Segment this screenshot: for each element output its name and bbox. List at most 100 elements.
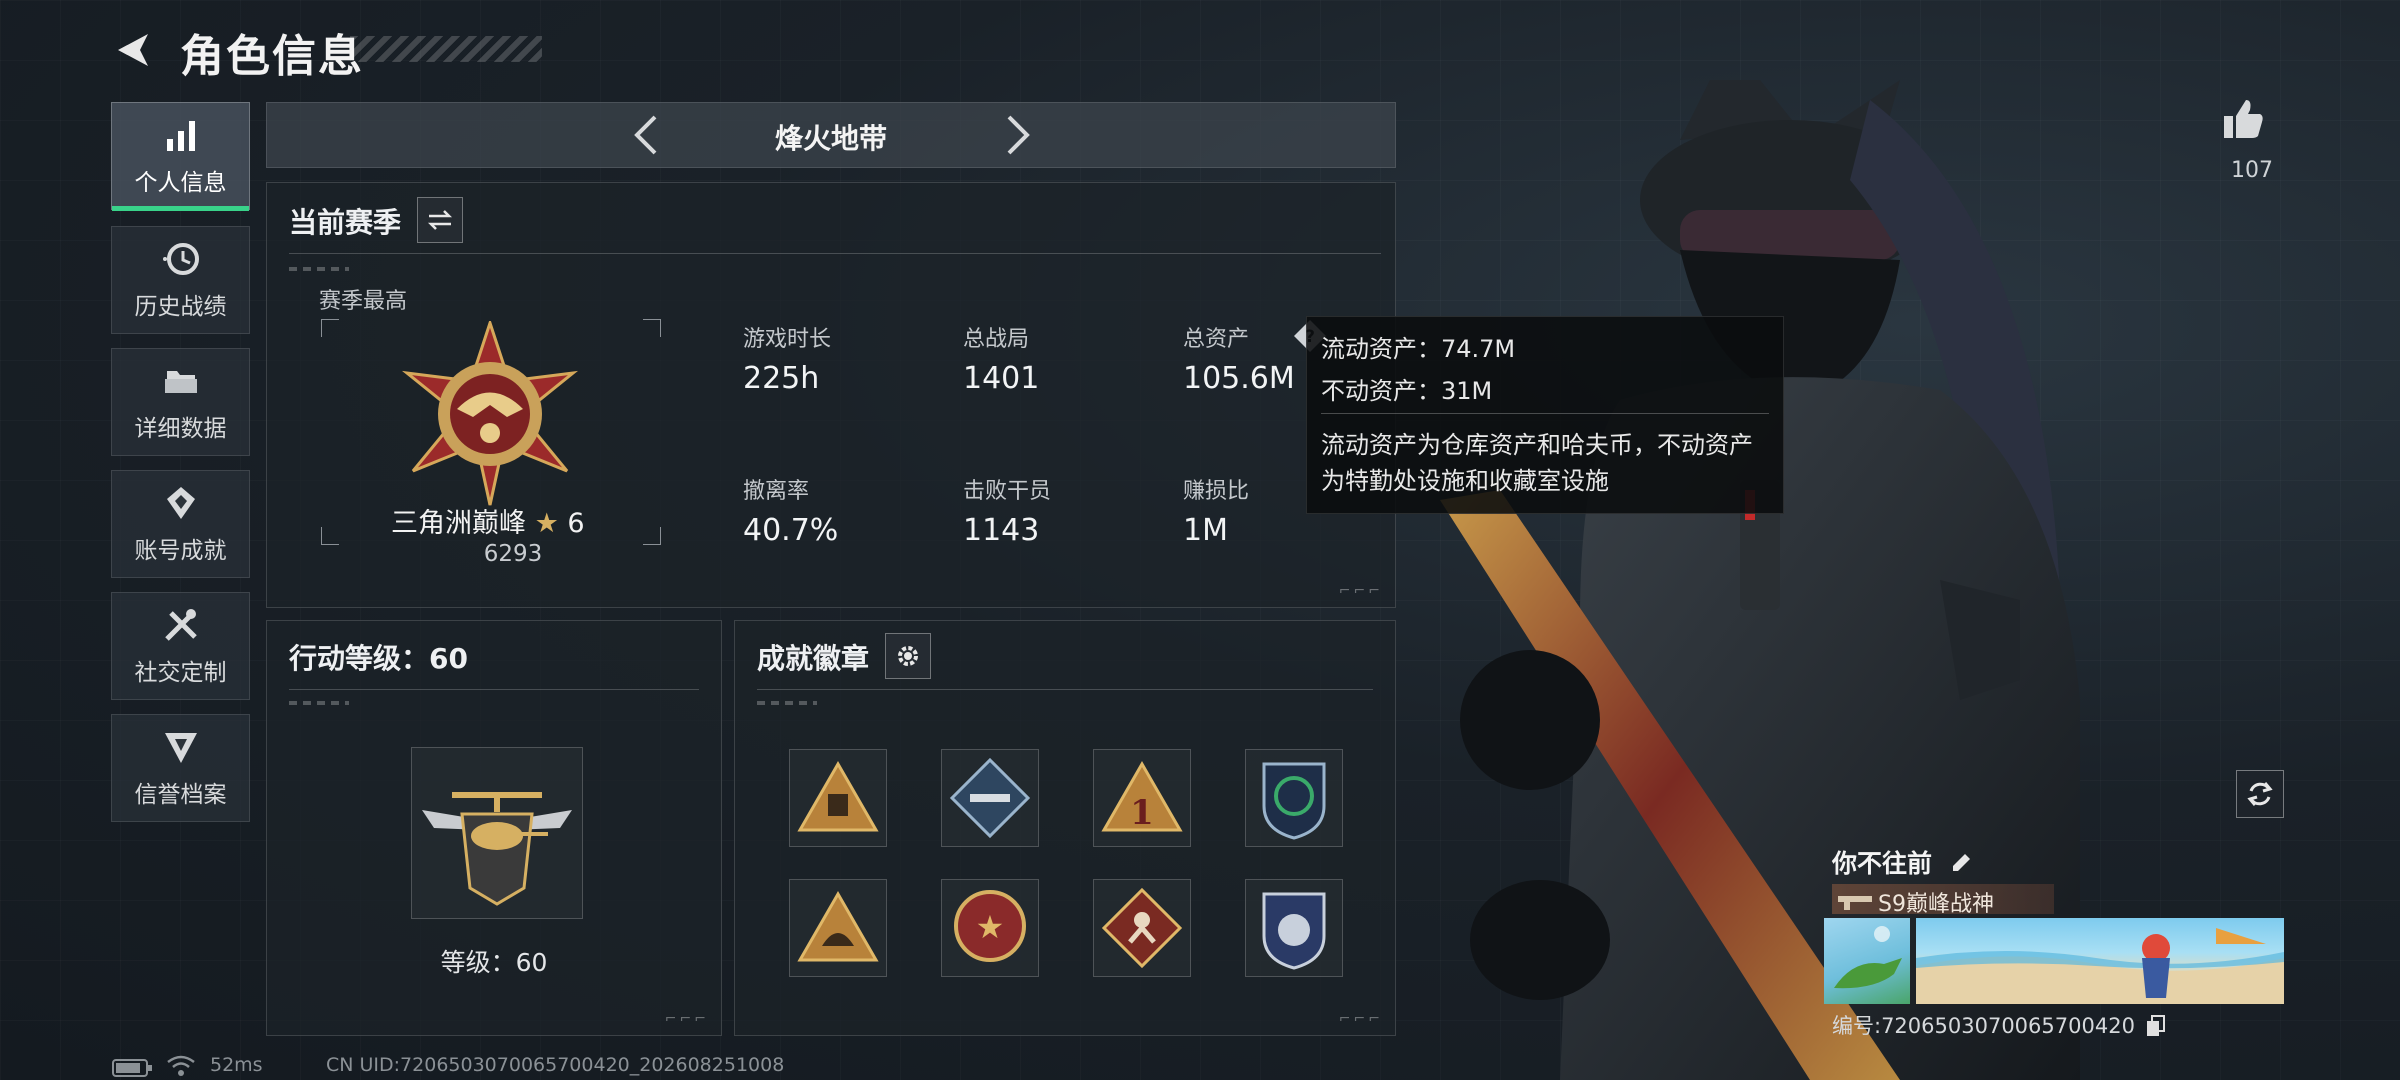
assets-tooltip: 流动资产：74.7M 不动资产：31M 流动资产为仓库资产和哈夫币，不动资产 为…: [1306, 316, 1784, 514]
divider: [289, 253, 1381, 254]
sidebar-item-label: 社交定制: [134, 660, 227, 686]
sidebar-item-detailed-data[interactable]: 详细数据: [111, 348, 250, 456]
achievement-icon: [166, 487, 195, 519]
sidebar-item-label: 账号成就: [134, 538, 227, 564]
assets-description-line: 流动资产为仓库资产和哈夫币，不动资产: [1321, 431, 1753, 459]
divider: [289, 689, 699, 690]
tools-icon: [164, 609, 197, 641]
page-title: 角色信息: [180, 31, 364, 82]
switch-season-button[interactable]: [417, 197, 463, 243]
player-id: 编号:7206503070065700420: [1832, 1014, 2135, 1038]
stats-bars-icon: [166, 121, 195, 151]
sidebar-item-label: 信誉档案: [134, 782, 227, 808]
sidebar-item-social-custom[interactable]: 社交定制: [111, 592, 250, 700]
wifi-icon: [167, 1055, 195, 1076]
stat-label: 撤离率: [743, 479, 810, 504]
swap-arrows-icon: [427, 210, 453, 230]
copy-icon[interactable]: [2146, 1015, 2166, 1037]
divider: [757, 689, 1373, 690]
badge-triangle-helmet-icon[interactable]: [789, 879, 887, 977]
stat-value: 1401: [963, 361, 1040, 396]
player-name-row: 你不往前: [1832, 844, 1973, 880]
badges-title: 成就徽章: [757, 642, 870, 675]
player-title: S9巅峰战神: [1878, 892, 1994, 917]
mode-selector: 烽火地带: [266, 102, 1396, 168]
rank-stars: 6: [567, 508, 585, 539]
gear-icon: [898, 646, 918, 666]
stat-value: 225h: [743, 361, 820, 396]
badge-settings-button[interactable]: [885, 633, 931, 679]
corner-decoration: ⌐⌐⌐: [664, 1011, 709, 1027]
rank-score: 6293: [483, 541, 543, 567]
name-card-banner[interactable]: [1916, 918, 2284, 1004]
level-emblem-frame: [411, 747, 583, 919]
refresh-button[interactable]: [2236, 770, 2284, 818]
title-gun-icon: [1838, 896, 1872, 910]
star-icon: ★: [534, 508, 559, 539]
corner-decoration: ⌐⌐⌐: [1338, 583, 1383, 599]
stat-value: 40.7%: [743, 513, 839, 548]
stat-label: 总战局: [963, 327, 1030, 352]
sidebar-item-label: 详细数据: [134, 416, 227, 442]
svg-text:★: ★: [976, 908, 1005, 946]
level-text: 等级：60: [440, 948, 548, 977]
battery-icon: [112, 1059, 152, 1077]
stat-label: 总资产: [1183, 327, 1250, 352]
player-title-tag: S9巅峰战神: [1832, 884, 2054, 917]
like-count: 107: [2231, 158, 2273, 183]
title-decoration: [350, 36, 542, 62]
avatar-card[interactable]: [1824, 918, 1910, 1004]
badge-round-star-icon[interactable]: ★: [941, 879, 1039, 977]
divider: [1321, 413, 1769, 414]
stat-label: 击败干员: [963, 479, 1052, 504]
reputation-shield-icon: [164, 733, 197, 763]
badge-diamond-rocket-icon[interactable]: [941, 749, 1039, 847]
assets-description-line: 为特勤处设施和收藏室设施: [1321, 467, 1609, 495]
stat-value: 105.6M: [1183, 361, 1295, 396]
mode-title: 烽火地带: [774, 122, 887, 155]
liquid-assets-text: 流动资产：74.7M: [1321, 335, 1516, 363]
fixed-assets-text: 不动资产：31M: [1321, 377, 1493, 405]
action-level-title: 行动等级：60: [289, 642, 468, 675]
edit-pencil-icon[interactable]: [1949, 851, 1973, 875]
season-panel: 当前赛季 赛季最高 三角洲巅峰 ★ 6 6293 游戏时长 225h 总战局 1…: [266, 182, 1396, 608]
player-name: 你不往前: [1832, 849, 1933, 878]
badge-triangle-one-icon[interactable]: 1: [1093, 749, 1191, 847]
stat-label: 游戏时长: [743, 327, 832, 352]
ping-text: 52ms: [210, 1054, 263, 1076]
sidebar-item-reputation[interactable]: 信誉档案: [111, 714, 250, 822]
stat-value: 1143: [963, 513, 1040, 548]
refresh-icon: [2247, 782, 2273, 806]
badge-triangle-bag-icon[interactable]: [789, 749, 887, 847]
corner-decoration: ⌐⌐⌐: [1338, 1011, 1383, 1027]
sidebar-item-history[interactable]: 历史战绩: [111, 226, 250, 334]
rank-name: 三角洲巅峰: [391, 508, 526, 539]
achievement-badges-panel: 成就徽章 1 ★ ⌐⌐⌐: [734, 620, 1396, 1036]
decoration: [289, 701, 349, 705]
decoration: [289, 267, 349, 271]
rank-name-row: 三角洲巅峰 ★ 6: [391, 501, 585, 540]
svg-text:1: 1: [1130, 793, 1154, 833]
folder-icon: [164, 371, 197, 393]
badge-shield-blue-icon[interactable]: [1245, 879, 1343, 977]
sidebar-item-achievements[interactable]: 账号成就: [111, 470, 250, 578]
uid-text: CN UID:7206503070065700420_202608251008: [326, 1054, 785, 1076]
thumbs-up-icon[interactable]: [2220, 96, 2266, 142]
history-clock-icon: [162, 243, 199, 275]
chevron-right-icon[interactable]: [997, 113, 1037, 157]
sidebar-item-label: 历史战绩: [134, 294, 227, 320]
badge-diamond-runner-icon[interactable]: [1093, 879, 1191, 977]
sidebar-item-label: 个人信息: [134, 170, 227, 196]
rank-emblem-icon: [401, 321, 579, 506]
sidebar-item-personal-info[interactable]: 个人信息: [111, 102, 250, 211]
crocodile-avatar-icon: [1834, 926, 1902, 989]
beach-banner-image: [1916, 928, 2284, 1004]
stat-label: 赚损比: [1183, 479, 1250, 504]
badge-shield-green-icon[interactable]: [1245, 749, 1343, 847]
helicopter-emblem-icon: [422, 792, 572, 906]
season-title: 当前赛季: [289, 206, 402, 239]
back-arrow-icon[interactable]: [110, 28, 154, 72]
player-id-row: 编号:7206503070065700420: [1832, 1010, 2166, 1040]
action-level-panel: 行动等级：60 等级：60 ⌐⌐⌐: [266, 620, 722, 1036]
decoration: [757, 701, 817, 705]
